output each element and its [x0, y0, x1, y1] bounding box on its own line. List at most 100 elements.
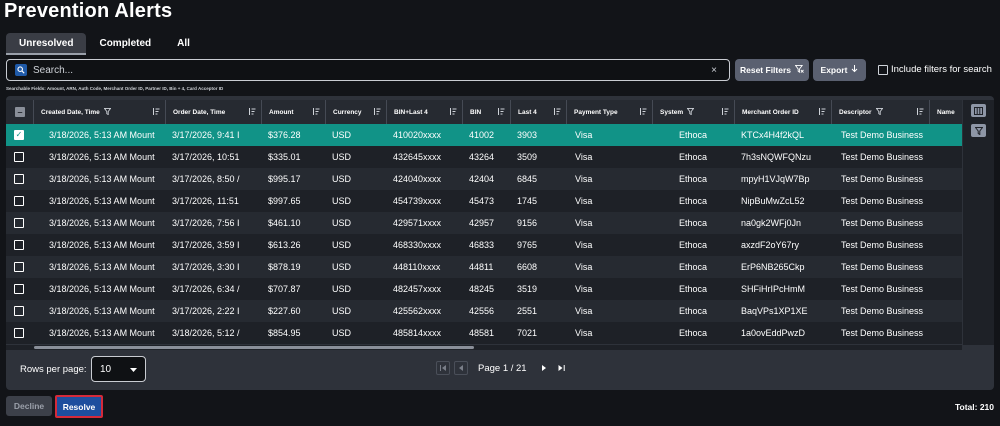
row-checkbox[interactable] [14, 328, 24, 338]
row-checkbox[interactable] [14, 306, 24, 316]
search-input[interactable] [33, 64, 712, 76]
column-header-currency[interactable]: Currency [326, 100, 387, 124]
cell-merchant-order-id: KTCx4H4f2kQL [741, 130, 805, 140]
cell-descriptor: Test Demo Business [841, 306, 924, 316]
row-checkbox[interactable] [14, 284, 24, 294]
columns-icon[interactable] [971, 104, 986, 117]
row-select-cell[interactable] [6, 168, 34, 190]
row-checkbox[interactable] [14, 262, 24, 272]
table-row[interactable]: 3/18/2026, 5:13 AM Mount 3/17/2026, 10:51… [6, 146, 962, 168]
sort-icon[interactable] [373, 108, 381, 117]
table-row[interactable]: 3/18/2026, 5:13 AM Mount 3/17/2026, 11:51… [6, 190, 962, 212]
row-checkbox[interactable] [14, 218, 24, 228]
decline-button[interactable]: Decline [6, 396, 52, 416]
sort-icon[interactable] [818, 108, 826, 117]
cell-bin-last4: 425562xxxx [393, 306, 442, 316]
cell-bin: 41002 [469, 130, 495, 140]
column-header-name[interactable]: Name [930, 100, 962, 124]
export-button[interactable]: Export [813, 59, 866, 81]
row-select-cell[interactable] [6, 256, 34, 278]
next-page-icon[interactable] [537, 361, 551, 375]
row-select-cell[interactable] [6, 234, 34, 256]
column-header-system[interactable]: System [653, 100, 735, 124]
row-checkbox[interactable] [14, 152, 24, 162]
table-row[interactable]: 3/18/2026, 5:13 AM Mount 3/18/2026, 5:12 … [6, 322, 962, 344]
column-header-last4[interactable]: Last 4 [511, 100, 567, 124]
cell-name [930, 212, 962, 234]
row-checkbox[interactable] [14, 196, 24, 206]
column-header-payment-type[interactable]: Payment Type [567, 100, 653, 124]
sort-icon[interactable] [721, 108, 729, 117]
sort-icon[interactable] [639, 108, 647, 117]
row-select-cell[interactable]: ✓ [6, 124, 34, 146]
cell-last4: 2551 [517, 306, 538, 316]
table-row[interactable]: ✓ 3/18/2026, 5:13 AM Mount 3/17/2026, 9:41… [6, 124, 962, 146]
column-filter-icon[interactable] [875, 107, 883, 117]
row-select-cell[interactable] [6, 212, 34, 234]
clear-search-icon[interactable]: × [711, 65, 717, 76]
include-filters-checkbox[interactable] [878, 64, 888, 75]
prev-page-icon[interactable] [454, 361, 468, 375]
column-header-amount[interactable]: Amount [262, 100, 326, 124]
select-all-indicator[interactable]: – [15, 107, 25, 117]
sort-icon[interactable] [553, 108, 561, 117]
scrollbar-thumb[interactable] [34, 346, 474, 349]
first-page-icon[interactable] [436, 361, 450, 375]
column-header-order-date[interactable]: Order Date, Time [166, 100, 262, 124]
resolve-button[interactable]: Resolve [55, 395, 103, 418]
row-select-cell[interactable] [6, 322, 34, 344]
column-header-label: Created Date, Time [41, 108, 100, 116]
table-row[interactable]: 3/18/2026, 5:13 AM Mount 3/17/2026, 2:22 … [6, 300, 962, 322]
cell-bin-last4: 482457xxxx [393, 284, 442, 294]
sort-icon[interactable] [248, 108, 256, 117]
row-select-cell[interactable] [6, 300, 34, 322]
column-header-bin-last4[interactable]: BIN+Last 4 [387, 100, 463, 124]
cell-currency: USD [332, 306, 352, 316]
sort-icon[interactable] [449, 108, 457, 117]
cell-payment-type: Visa [575, 152, 593, 162]
column-header-created-date[interactable]: Created Date, Time [34, 100, 166, 124]
table-row[interactable]: 3/18/2026, 5:13 AM Mount 3/17/2026, 8:50 … [6, 168, 962, 190]
column-filter-icon[interactable] [686, 107, 695, 117]
column-filter-icon[interactable] [103, 107, 112, 117]
cell-merchant-order-id: 7h3sNQWFQNzu [741, 152, 812, 162]
reset-filters-button[interactable]: Reset Filters [735, 59, 809, 81]
cell-bin: 42404 [469, 174, 495, 184]
column-header-label: Payment Type [574, 108, 618, 116]
tab-unresolved[interactable]: Unresolved [6, 33, 87, 55]
tab-completed[interactable]: Completed [86, 33, 164, 55]
filter-icon[interactable] [971, 124, 986, 137]
row-select-cell[interactable] [6, 278, 34, 300]
include-filters-option[interactable]: Include filters for search [878, 64, 992, 75]
cell-amount: $613.26 [268, 240, 301, 250]
table-row[interactable]: 3/18/2026, 5:13 AM Mount 3/17/2026, 3:30 … [6, 256, 962, 278]
cell-merchant-order-id: axzdF2oY67ry [741, 240, 800, 250]
column-header-bin[interactable]: BIN [463, 100, 511, 124]
row-select-cell[interactable] [6, 146, 34, 168]
row-checkbox[interactable]: ✓ [14, 130, 24, 140]
rows-per-page-select[interactable]: 10 [91, 356, 146, 382]
sort-icon[interactable] [152, 108, 160, 117]
cell-system: Ethoca [679, 218, 708, 228]
horizontal-scrollbar[interactable] [6, 345, 962, 350]
tab-all[interactable]: All [164, 33, 203, 55]
column-header-label: Name [937, 108, 955, 116]
table-row[interactable]: 3/18/2026, 5:13 AM Mount 3/17/2026, 3:59 … [6, 234, 962, 256]
cell-order-date: 3/17/2026, 11:51 [172, 196, 239, 206]
table-row[interactable]: 3/18/2026, 5:13 AM Mount 3/17/2026, 7:56 … [6, 212, 962, 234]
total-count: Total: 210 [954, 402, 994, 412]
row-checkbox[interactable] [14, 174, 24, 184]
row-checkbox[interactable] [14, 240, 24, 250]
last-page-icon[interactable] [555, 361, 569, 375]
sort-icon[interactable] [497, 108, 505, 117]
select-all-checkbox[interactable]: – [6, 100, 34, 124]
row-select-cell[interactable] [6, 190, 34, 212]
cell-merchant-order-id: SHFiHrIPcHmM [741, 284, 805, 294]
column-header-descriptor[interactable]: Descriptor [832, 100, 930, 124]
sort-icon[interactable] [312, 108, 320, 117]
sort-icon[interactable] [916, 108, 924, 117]
cell-descriptor: Test Demo Business [841, 196, 924, 206]
table-row[interactable]: 3/18/2026, 5:13 AM Mount 3/17/2026, 6:34 … [6, 278, 962, 300]
column-header-merchant-order-id[interactable]: Merchant Order ID [735, 100, 832, 124]
cell-merchant-order-id: mpyH1VJqW7Bp [741, 174, 810, 184]
